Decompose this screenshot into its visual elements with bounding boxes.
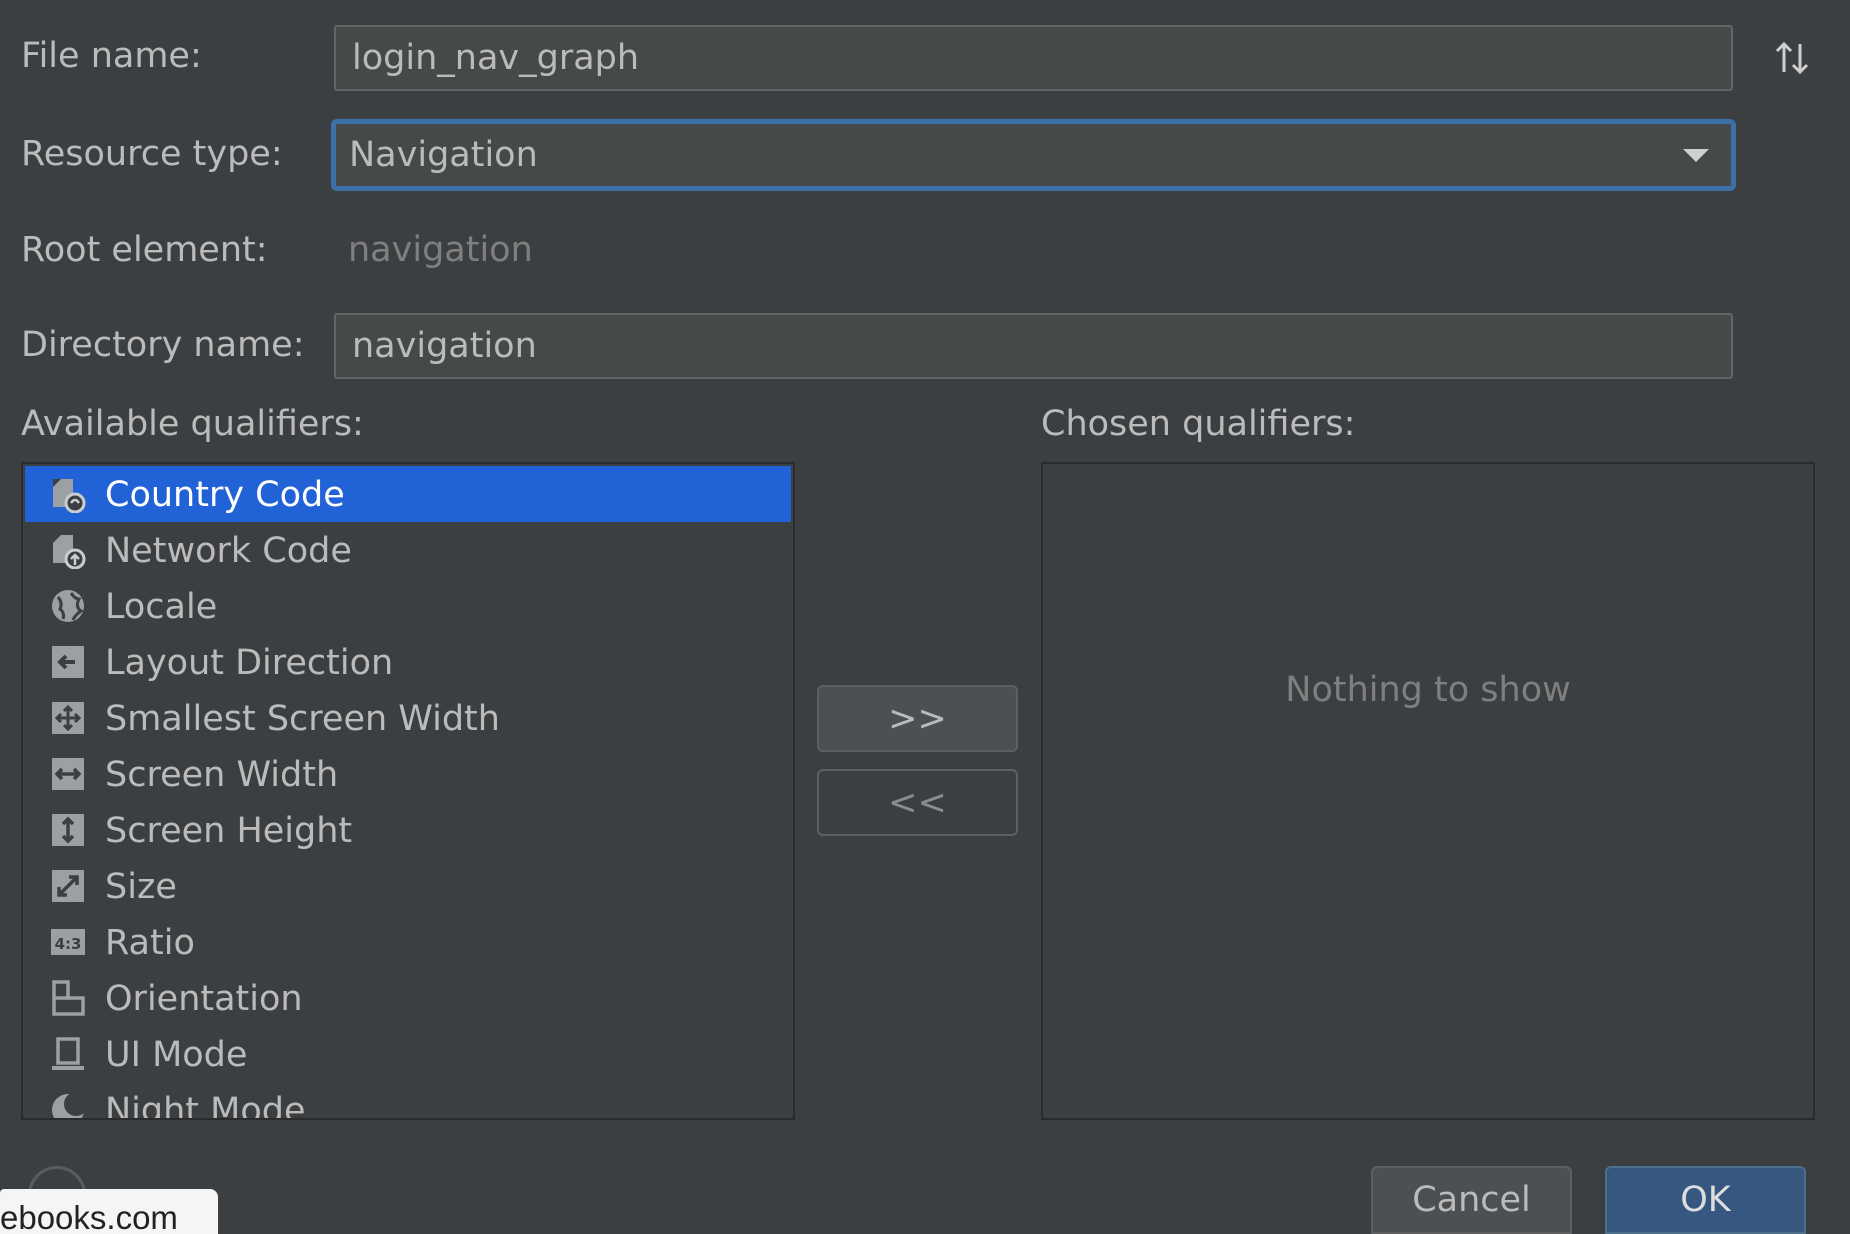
qualifier-item-label: Layout Direction (105, 643, 394, 683)
night-mode-icon (49, 1091, 88, 1118)
available-qualifiers-list[interactable]: Country Code Network Code Locale Layout Dir… (21, 462, 795, 1120)
qualifier-item-label: UI Mode (105, 1035, 248, 1075)
screen-width-icon (49, 755, 87, 793)
smallest-screen-width-icon (49, 699, 87, 737)
ok-button[interactable]: OK (1605, 1166, 1806, 1234)
remove-qualifier-button[interactable]: << (817, 769, 1018, 836)
qualifier-item[interactable]: Smallest Screen Width (25, 690, 791, 746)
root-element-label: Root element: (21, 230, 268, 270)
qualifier-item[interactable]: Country Code (25, 466, 791, 522)
directory-name-input[interactable]: navigation (334, 313, 1733, 379)
cancel-button[interactable]: Cancel (1371, 1166, 1572, 1234)
qualifier-item[interactable]: Layout Direction (25, 634, 791, 690)
file-name-input[interactable]: login_nav_graph (334, 25, 1733, 91)
ratio-icon: 4:3 (49, 923, 87, 961)
qualifier-item-label: Size (105, 867, 177, 907)
root-element-value: navigation (348, 230, 533, 270)
url-tooltip-text: ebooks.com (0, 1199, 178, 1234)
empty-state-text: Nothing to show (1285, 670, 1571, 710)
size-icon (49, 867, 87, 905)
ui-mode-icon (49, 1035, 87, 1073)
directory-name-label: Directory name: (21, 325, 305, 365)
chosen-qualifiers-label: Chosen qualifiers: (1041, 404, 1356, 444)
qualifier-item[interactable]: Night Mode (25, 1082, 791, 1120)
qualifier-item[interactable]: Screen Height (25, 802, 791, 858)
qualifier-item[interactable]: Screen Width (25, 746, 791, 802)
qualifier-item[interactable]: Size (25, 858, 791, 914)
qualifier-item-label: Screen Width (105, 755, 339, 795)
resource-type-value: Navigation (349, 135, 538, 175)
qualifier-item-label: Night Mode (105, 1091, 306, 1120)
directory-name-value: navigation (352, 326, 537, 366)
qualifier-item-label: Network Code (105, 531, 352, 571)
chevron-down-icon (1683, 149, 1709, 162)
screen-height-icon (49, 811, 87, 849)
available-qualifiers-label: Available qualifiers: (21, 404, 364, 444)
qualifier-item[interactable]: Orientation (25, 970, 791, 1026)
qualifier-item-label: Smallest Screen Width (105, 699, 500, 739)
orientation-icon (49, 979, 87, 1017)
resource-type-select[interactable]: Navigation (331, 119, 1736, 191)
url-tooltip: ebooks.com (0, 1189, 218, 1234)
qualifier-item[interactable]: Locale (25, 578, 791, 634)
qualifier-item[interactable]: Network Code (25, 522, 791, 578)
file-name-value: login_nav_graph (352, 38, 640, 78)
globe-icon (49, 587, 87, 625)
chosen-qualifiers-list[interactable]: Nothing to show (1041, 462, 1815, 1120)
qualifier-item-label: Country Code (105, 475, 345, 515)
sort-toggle-icon[interactable] (1772, 38, 1812, 78)
qualifier-item-label: Locale (105, 587, 218, 627)
layout-direction-icon (49, 643, 87, 681)
country-code-icon (49, 475, 87, 514)
svg-text:4:3: 4:3 (55, 935, 82, 953)
file-name-label: File name: (21, 36, 202, 76)
qualifier-item[interactable]: UI Mode (25, 1026, 791, 1082)
add-qualifier-button[interactable]: >> (817, 685, 1018, 752)
qualifier-item-label: Orientation (105, 979, 303, 1019)
network-code-icon (49, 531, 87, 570)
resource-type-label: Resource type: (21, 134, 283, 174)
qualifier-item[interactable]: 4:3 Ratio (25, 914, 791, 970)
qualifier-item-label: Screen Height (105, 811, 353, 851)
qualifier-item-label: Ratio (105, 923, 195, 963)
